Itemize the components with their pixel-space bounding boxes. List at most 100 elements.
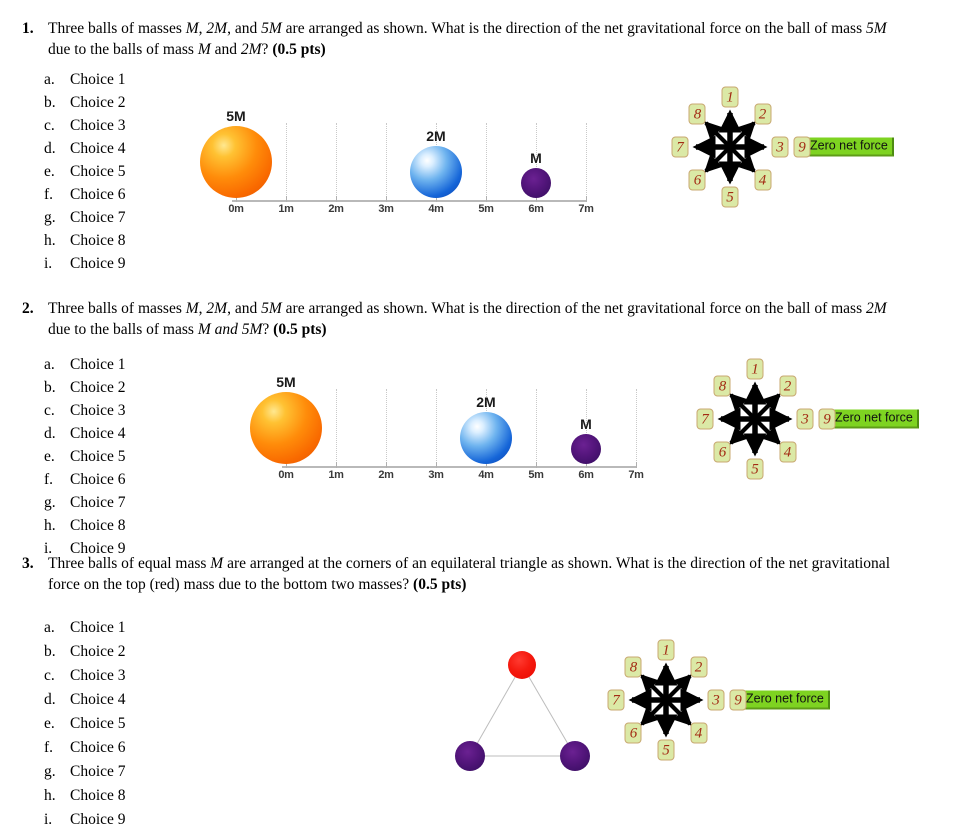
ruler-tick xyxy=(586,196,587,202)
mass-label-2m: 2M xyxy=(426,128,446,144)
question-1-number: 1. xyxy=(22,20,34,37)
direction-badge-4[interactable]: 4 xyxy=(690,722,708,744)
choice-letter: f. xyxy=(44,186,54,203)
direction-badge-6[interactable]: 6 xyxy=(713,441,731,463)
question-1-text: Three balls of masses M, 2M, and 5M are … xyxy=(48,20,887,58)
choice-label: Choice 7 xyxy=(70,763,126,780)
direction-badge-2[interactable]: 2 xyxy=(779,375,797,397)
direction-badge-1[interactable]: 1 xyxy=(746,358,764,380)
direction-badge-9[interactable]: 9 xyxy=(818,408,836,430)
choice-label: Choice 2 xyxy=(70,379,126,396)
choice-letter: a. xyxy=(44,619,55,636)
question-3: 3. Three balls of equal mass M are arran… xyxy=(0,553,966,828)
list-item[interactable]: e. Choice 5 xyxy=(0,712,126,736)
list-item[interactable]: b. Choice 2 xyxy=(0,91,126,114)
direction-badge-4[interactable]: 4 xyxy=(779,441,797,463)
list-item[interactable]: i. Choice 9 xyxy=(0,252,126,275)
list-item[interactable]: f. Choice 6 xyxy=(0,183,126,206)
list-item[interactable]: h. Choice 8 xyxy=(0,784,126,808)
choice-label: Choice 5 xyxy=(70,715,126,732)
list-item[interactable]: i. Choice 9 xyxy=(0,808,126,832)
mass-ball-m xyxy=(571,434,601,464)
list-item[interactable]: h. Choice 8 xyxy=(0,229,126,252)
direction-badge-2[interactable]: 2 xyxy=(754,103,772,125)
list-item[interactable]: a. Choice 1 xyxy=(0,616,126,640)
list-item[interactable]: a. Choice 1 xyxy=(0,353,126,376)
list-item[interactable]: f. Choice 6 xyxy=(0,736,126,760)
question-3-number: 3. xyxy=(22,555,34,572)
direction-badge-8[interactable]: 8 xyxy=(624,656,642,678)
list-item[interactable]: e. Choice 5 xyxy=(0,445,126,468)
direction-badge-8[interactable]: 8 xyxy=(713,375,731,397)
list-item[interactable]: d. Choice 4 xyxy=(0,688,126,712)
direction-badge-3[interactable]: 3 xyxy=(796,408,814,430)
ruler-gridline xyxy=(286,123,287,199)
direction-badge-5[interactable]: 5 xyxy=(657,739,675,761)
ruler-tick-label: 0m xyxy=(278,469,294,481)
ruler-tick-label: 6m xyxy=(528,203,544,215)
ruler-gridline xyxy=(336,123,337,199)
choice-label: Choice 8 xyxy=(70,232,126,249)
choice-label: Choice 4 xyxy=(70,425,126,442)
direction-badge-4[interactable]: 4 xyxy=(754,169,772,191)
zero-net-force-label[interactable]: Zero net force xyxy=(827,409,919,429)
list-item[interactable]: c. Choice 3 xyxy=(0,399,126,422)
direction-badge-9[interactable]: 9 xyxy=(729,689,747,711)
choice-letter: h. xyxy=(44,787,56,804)
choice-letter: b. xyxy=(44,379,56,396)
list-item[interactable]: a. Choice 1 xyxy=(0,68,126,91)
list-item[interactable]: d. Choice 4 xyxy=(0,137,126,160)
list-item[interactable]: d. Choice 4 xyxy=(0,422,126,445)
list-item[interactable]: g. Choice 7 xyxy=(0,760,126,784)
triangle-mass-bottom-right xyxy=(560,741,590,771)
zero-net-force-label[interactable]: Zero net force xyxy=(738,690,830,710)
ruler-gridline xyxy=(636,389,637,465)
mass-label-m: M xyxy=(530,150,542,166)
question-1-choice-list: a. Choice 1 b. Choice 2 c. Choice 3 d. Choic… xyxy=(0,68,126,275)
list-item[interactable]: b. Choice 2 xyxy=(0,376,126,399)
direction-badge-2[interactable]: 2 xyxy=(690,656,708,678)
direction-badge-6[interactable]: 6 xyxy=(624,722,642,744)
ruler-tick-label: 4m xyxy=(478,469,494,481)
choice-label: Choice 1 xyxy=(70,356,126,373)
direction-badge-9[interactable]: 9 xyxy=(793,136,811,158)
list-item[interactable]: e. Choice 5 xyxy=(0,160,126,183)
triangle-arrangement-diagram xyxy=(432,643,602,773)
direction-badge-6[interactable]: 6 xyxy=(688,169,706,191)
ruler-tick-label: 1m xyxy=(278,203,294,215)
zero-net-force-label[interactable]: Zero net force xyxy=(802,137,894,157)
list-item[interactable]: g. Choice 7 xyxy=(0,206,126,229)
choice-letter: d. xyxy=(44,140,56,157)
ruler-gridline xyxy=(336,389,337,465)
list-item[interactable]: g. Choice 7 xyxy=(0,491,126,514)
ruler-tick xyxy=(536,462,537,468)
direction-badge-7[interactable]: 7 xyxy=(607,689,625,711)
list-item[interactable]: f. Choice 6 xyxy=(0,468,126,491)
choice-label: Choice 3 xyxy=(70,402,126,419)
choice-label: Choice 9 xyxy=(70,811,126,828)
choice-letter: e. xyxy=(44,715,55,732)
mass-label-5m: 5M xyxy=(226,108,246,124)
direction-badge-7[interactable]: 7 xyxy=(671,136,689,158)
direction-badge-8[interactable]: 8 xyxy=(688,103,706,125)
triangle-figure xyxy=(432,643,602,773)
ruler-tick-label: 6m xyxy=(578,469,594,481)
direction-badge-7[interactable]: 7 xyxy=(696,408,714,430)
direction-badge-3[interactable]: 3 xyxy=(707,689,725,711)
direction-badge-1[interactable]: 1 xyxy=(657,639,675,661)
direction-key-2: 1 2 3 4 5 6 7 8 9 Zero net force xyxy=(696,358,927,480)
choice-letter: h. xyxy=(44,517,56,534)
choice-letter: g. xyxy=(44,209,56,226)
list-item[interactable]: c. Choice 3 xyxy=(0,664,126,688)
ruler-tick xyxy=(286,196,287,202)
list-item[interactable]: c. Choice 3 xyxy=(0,114,126,137)
choice-letter: c. xyxy=(44,667,55,684)
direction-badge-5[interactable]: 5 xyxy=(746,458,764,480)
direction-badge-3[interactable]: 3 xyxy=(771,136,789,158)
list-item[interactable]: h. Choice 8 xyxy=(0,514,126,537)
direction-badge-5[interactable]: 5 xyxy=(721,186,739,208)
triangle-mass-bottom-left xyxy=(455,741,485,771)
direction-badge-1[interactable]: 1 xyxy=(721,86,739,108)
choice-letter: d. xyxy=(44,691,56,708)
list-item[interactable]: b. Choice 2 xyxy=(0,640,126,664)
